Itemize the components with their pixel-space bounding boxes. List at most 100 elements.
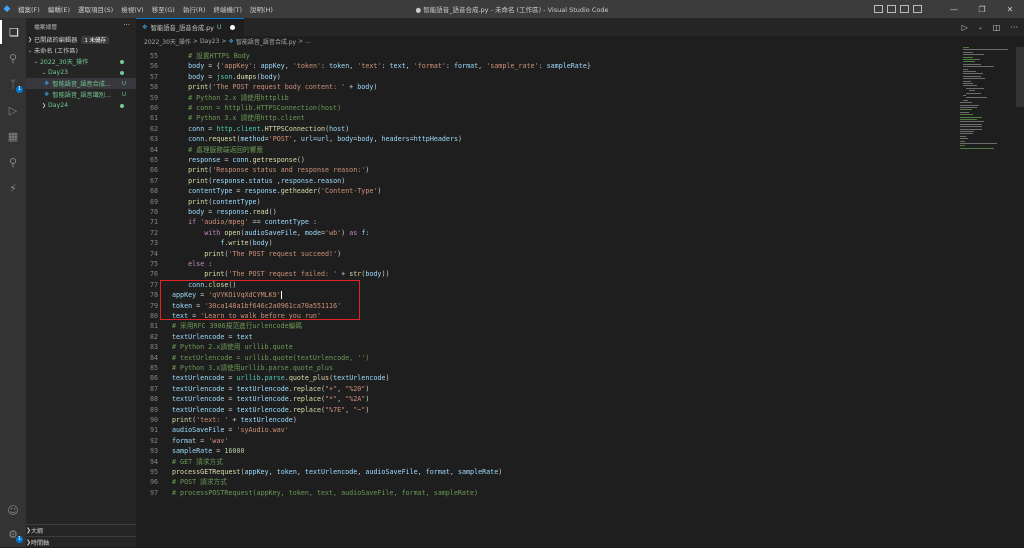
- code-line[interactable]: 55 # 設置HTTPS Body: [136, 51, 958, 61]
- code-line[interactable]: 94 # GET 請求方式: [136, 457, 958, 467]
- editor-scrollbar[interactable]: [1016, 47, 1024, 547]
- line-number: 80: [149, 312, 158, 320]
- editor-tab-strip: ❖ 智能語音_語音合成.py U ▷ ⌄ ◫ ···: [136, 18, 1024, 36]
- unsaved-dot-icon[interactable]: [229, 25, 235, 30]
- explorer-icon[interactable]: ❏: [0, 20, 26, 44]
- code-line[interactable]: 68 contentType = response.getheader('Con…: [136, 186, 958, 196]
- workspace-section[interactable]: ⌄ 未命名 (工作區): [26, 45, 136, 56]
- breadcrumb-folder-root[interactable]: 2022_30天_操作: [144, 37, 191, 46]
- code-line[interactable]: 73 f.write(body): [136, 238, 958, 248]
- code-line[interactable]: 86 textUrlencode = urllib.parse.quote_plu…: [136, 373, 958, 383]
- source-control-icon[interactable]: ᛉ1: [0, 72, 26, 96]
- menu-view[interactable]: 檢視(V): [121, 4, 144, 14]
- run-python-icon[interactable]: ▷: [962, 23, 968, 32]
- extensions-icon[interactable]: ▦: [0, 124, 26, 148]
- minimap-line: [960, 131, 974, 132]
- more-actions-icon[interactable]: ···: [1010, 23, 1018, 32]
- settings-gear-icon[interactable]: ⚙ 1: [0, 522, 26, 546]
- menu-file[interactable]: 檔案(F): [18, 4, 40, 14]
- line-number: 58: [149, 83, 158, 92]
- code-line[interactable]: 74 print('The POST request succeed!'): [136, 249, 958, 259]
- code-line[interactable]: 69 print(contentType): [136, 197, 958, 207]
- minimap-line: [963, 54, 985, 56]
- chevron-right-icon: >: [192, 38, 198, 45]
- code-line[interactable]: 85 # Python 3.x請使用urllib.parse.quote_plus: [136, 363, 958, 373]
- open-editors-section[interactable]: ❯ 已開啟的編輯器 1 未儲存: [26, 34, 136, 45]
- breadcrumb-folder-day23[interactable]: Day23: [200, 38, 219, 45]
- code-line[interactable]: 71 if 'audio/mpeg' == contentType :: [136, 217, 958, 227]
- code-line[interactable]: 81 # 采用RFC 3986規范進行urlencode編碼: [136, 321, 958, 331]
- chevron-down-icon[interactable]: ⌄: [978, 24, 983, 31]
- run-debug-icon[interactable]: ▷: [0, 98, 26, 122]
- testing-icon[interactable]: ⚲: [0, 150, 26, 174]
- code-line[interactable]: 79 token = '30ca148a1bf646c2a0961ca70a551…: [136, 301, 958, 311]
- code-line[interactable]: 97 # processPOSTRequest(appKey, token, te…: [136, 488, 958, 498]
- tab-speech-synthesis[interactable]: ❖ 智能語音_語音合成.py U: [136, 18, 244, 36]
- code-line[interactable]: 91 audioSaveFile = 'syAudio.wav': [136, 425, 958, 435]
- code-line[interactable]: 70 body = response.read(): [136, 207, 958, 217]
- account-icon[interactable]: ☺: [0, 498, 26, 522]
- code-line[interactable]: 80 text = 'Learn to walk before you run': [136, 311, 958, 321]
- code-text: with open(audioSaveFile, mode='wb') as f…: [204, 228, 370, 237]
- code-line[interactable]: 65 response = conn.getresponse(): [136, 155, 958, 165]
- minimap[interactable]: [960, 47, 1016, 167]
- breadcrumb-symbol[interactable]: ...: [305, 38, 311, 45]
- code-line[interactable]: 67 print(response.status ,response.reaso…: [136, 176, 958, 186]
- toggle-sidebar-icon[interactable]: [874, 5, 883, 13]
- menu-go[interactable]: 移至(G): [152, 4, 175, 14]
- code-line[interactable]: 60 # conn = httplib.HTTPSConnection(host…: [136, 103, 958, 113]
- code-line[interactable]: 78 appKey = 'qVYKOiVqXdCYMLK9': [136, 290, 958, 300]
- menu-terminal[interactable]: 終端機(T): [213, 4, 242, 14]
- folder-day24[interactable]: ❯ Day24: [26, 100, 136, 111]
- code-line[interactable]: 92 format = 'wav': [136, 436, 958, 446]
- menu-help[interactable]: 說明(H): [250, 4, 273, 14]
- timeline-section[interactable]: ❯ 時間軸: [26, 536, 136, 548]
- scrollbar-thumb[interactable]: [1016, 47, 1024, 107]
- code-line[interactable]: 56 body = {'appKey': appKey, 'token': to…: [136, 61, 958, 71]
- code-line[interactable]: 82 textUrlencode = text: [136, 332, 958, 342]
- code-line[interactable]: 96 # POST 請求方式: [136, 477, 958, 487]
- code-line[interactable]: 89 textUrlencode = textUrlencode.replace(…: [136, 405, 958, 415]
- minimize-button[interactable]: —: [940, 5, 968, 14]
- code-line[interactable]: 76 print('The POST request failed: ' + s…: [136, 269, 958, 279]
- toggle-secondary-sidebar-icon[interactable]: [900, 5, 909, 13]
- menu-selection[interactable]: 選取項目(S): [78, 4, 113, 14]
- code-line[interactable]: 87 textUrlencode = textUrlencode.replace(…: [136, 384, 958, 394]
- menu-edit[interactable]: 編輯(E): [48, 4, 70, 14]
- customize-layout-icon[interactable]: [913, 5, 922, 13]
- close-button[interactable]: ✕: [996, 5, 1024, 14]
- code-line[interactable]: 63 conn.request(method='POST', url=url, …: [136, 134, 958, 144]
- code-line[interactable]: 66 print('Response status and response r…: [136, 165, 958, 175]
- code-line[interactable]: 84 # textUrlencode = urllib.quote(textUrl…: [136, 353, 958, 363]
- code-line[interactable]: 77 conn.close(): [136, 280, 958, 290]
- code-line[interactable]: 95 processGETRequest(appKey, token, textU…: [136, 467, 958, 477]
- code-line[interactable]: 57 body = json.dumps(body): [136, 72, 958, 82]
- more-actions-icon[interactable]: ···: [123, 21, 130, 29]
- file-speech-synthesis[interactable]: ❖ 智能語音_語音合成... U: [26, 78, 136, 89]
- split-editor-icon[interactable]: ◫: [993, 23, 1001, 32]
- file-speech-recognition[interactable]: ❖ 智能語音_語音識別... U: [26, 89, 136, 100]
- restore-button[interactable]: ❐: [968, 5, 996, 14]
- code-editor[interactable]: 55 # 設置HTTPS Body 56 body = {'appKey': ap…: [136, 47, 958, 547]
- code-line[interactable]: 88 textUrlencode = textUrlencode.replace(…: [136, 394, 958, 404]
- folder-2022-30days[interactable]: ⌄ 2022_30天_操作: [26, 56, 136, 67]
- menu-run[interactable]: 執行(R): [183, 4, 206, 14]
- remote-icon[interactable]: ⚡: [0, 176, 26, 200]
- code-line[interactable]: 64 # 處理服務端返回的響應: [136, 145, 958, 155]
- code-line[interactable]: 59 # Python 2.x 請使用httplib: [136, 93, 958, 103]
- line-number: 81: [149, 322, 158, 331]
- code-line[interactable]: 61 # Python 3.x 請使用http.client: [136, 113, 958, 123]
- code-line[interactable]: 72 with open(audioSaveFile, mode='wb') a…: [136, 228, 958, 238]
- outline-section[interactable]: ❯ 大綱: [26, 524, 136, 536]
- vscode-logo-icon: ◆: [3, 4, 11, 14]
- folder-day23[interactable]: ⌄ Day23: [26, 67, 136, 78]
- code-line[interactable]: 58 print('The POST request body content:…: [136, 82, 958, 92]
- code-line[interactable]: 90 print('text: ' + textUrlencode): [136, 415, 958, 425]
- search-icon[interactable]: ⚲: [0, 46, 26, 70]
- breadcrumb-file[interactable]: 智能語音_語音合成.py: [236, 37, 296, 46]
- code-line[interactable]: 62 conn = http.client.HTTPSConnection(ho…: [136, 124, 958, 134]
- code-line[interactable]: 93 sampleRate = 16000: [136, 446, 958, 456]
- code-line[interactable]: 83 # Python 2.x請使用 urllib.quote: [136, 342, 958, 352]
- toggle-panel-icon[interactable]: [887, 5, 896, 13]
- code-line[interactable]: 75 else :: [136, 259, 958, 269]
